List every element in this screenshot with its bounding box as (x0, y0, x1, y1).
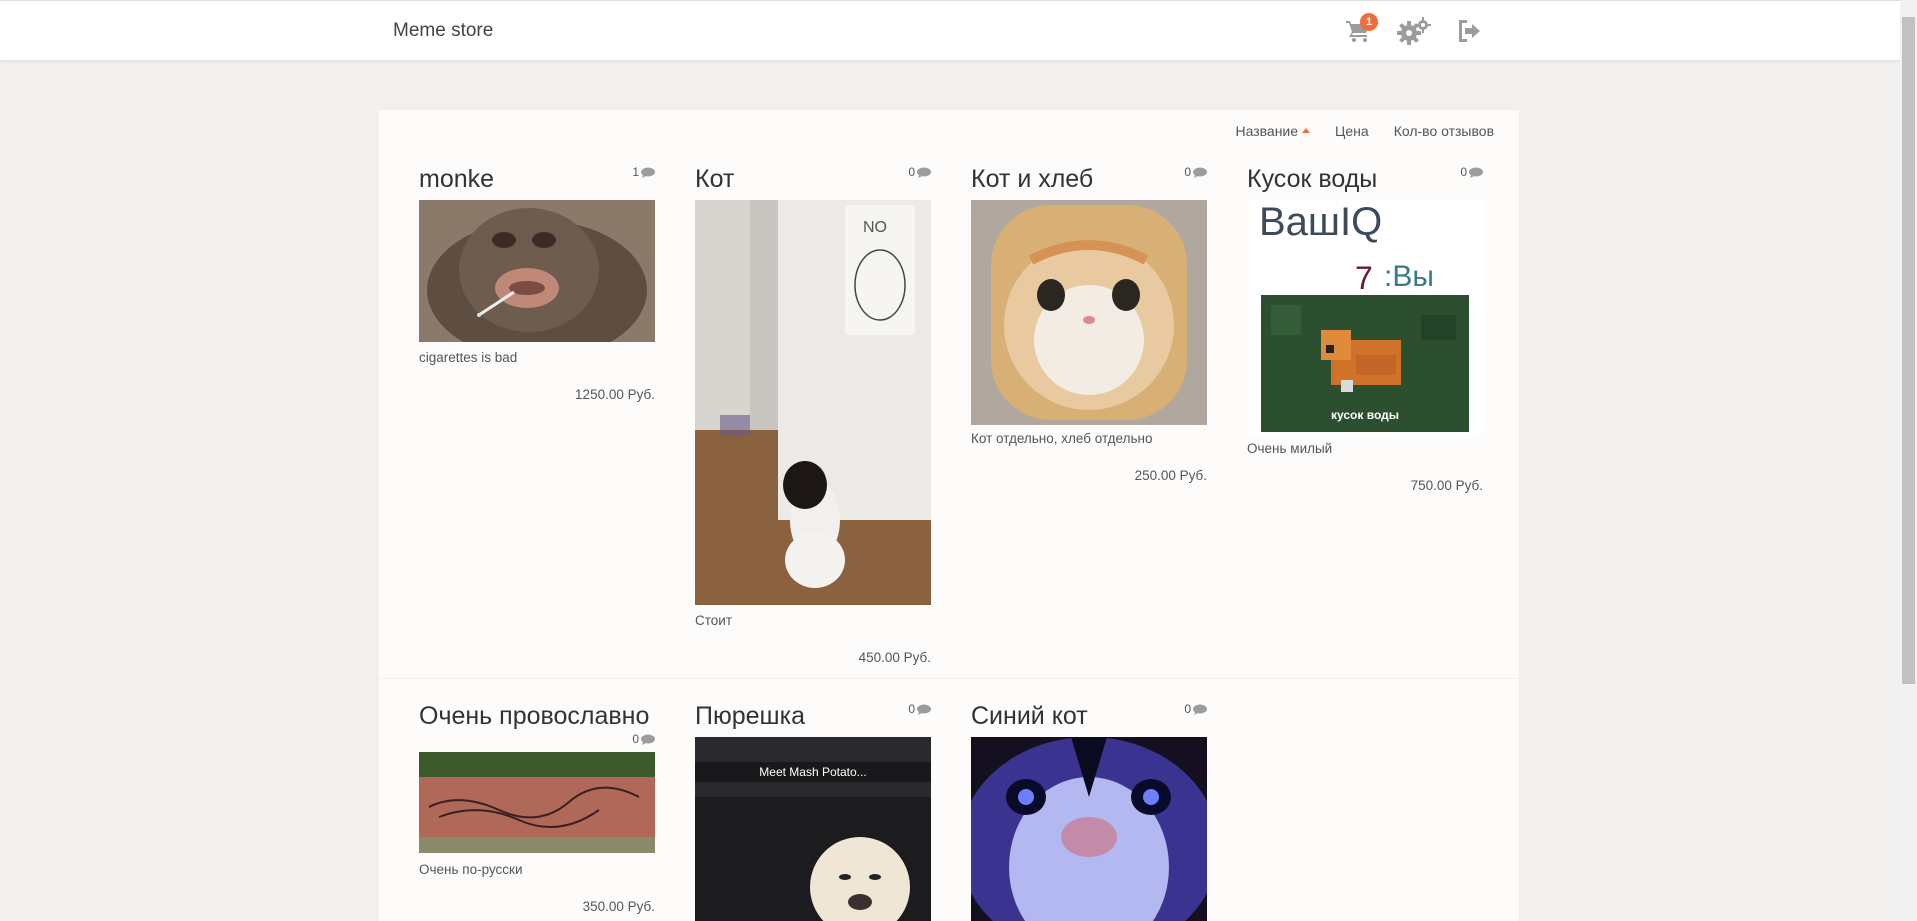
product-description: Кот отдельно, хлеб отдельно (971, 431, 1153, 446)
scrollbar-thumb[interactable] (1902, 17, 1915, 684)
product-image[interactable] (419, 200, 655, 342)
product-image[interactable] (971, 737, 1207, 921)
product-card[interactable]: Кусок воды 0 ВашIQ 7 :Вы кусок воды Очен… (1247, 165, 1483, 493)
review-count-value: 0 (1460, 165, 1467, 179)
review-count[interactable]: 0 (1184, 702, 1207, 716)
logout-icon (1456, 18, 1484, 49)
review-count[interactable]: 0 (908, 702, 931, 716)
product-price: 750.00 Руб. (1410, 478, 1483, 493)
logout-button[interactable] (1452, 15, 1488, 51)
image-text-iq: 7 (1355, 260, 1373, 296)
product-price: 350.00 Руб. (582, 899, 655, 914)
product-title[interactable]: Пюрешка (695, 702, 931, 731)
review-count[interactable]: 1 (632, 165, 655, 179)
image-text-top: ВашIQ (1259, 200, 1383, 244)
sort-asc-icon (1302, 128, 1311, 133)
review-count-value: 0 (632, 732, 639, 746)
product-image[interactable]: ВашIQ 7 :Вы кусок воды (1247, 200, 1483, 435)
product-card[interactable]: Очень провославно 0 Очень по-русски 350.… (419, 702, 655, 914)
product-image[interactable]: Meet Mash Potato... (695, 737, 931, 921)
review-count-value: 0 (908, 165, 915, 179)
cart-button[interactable]: 1 (1340, 13, 1378, 51)
product-description: cigarettes is bad (419, 350, 518, 365)
product-description: Очень милый (1247, 441, 1333, 456)
product-card[interactable]: Кот и хлеб 0 Кот отдельно, хлеб отдельно… (971, 165, 1207, 483)
product-panel: Название Цена Кол-во отзывов monke 1 cig… (379, 110, 1519, 921)
row-separator (379, 678, 1519, 679)
review-count[interactable]: 0 (908, 165, 931, 179)
gears-icon (1397, 16, 1431, 51)
sort-by-name[interactable]: Название (1235, 123, 1311, 139)
navbar: Meme store 1 (0, 0, 1900, 61)
image-caption: Meet Mash Potato... (695, 762, 931, 782)
product-title[interactable]: Кот (695, 165, 931, 194)
image-minecraft-fox: кусок воды (1261, 295, 1469, 432)
brand-link[interactable]: Meme store (393, 20, 493, 42)
image-caption: кусок воды (1331, 408, 1399, 422)
review-count[interactable]: 0 (1184, 165, 1207, 179)
product-price: 1250.00 Руб. (575, 387, 655, 402)
product-description: Стоит (695, 613, 733, 628)
product-image[interactable] (971, 200, 1207, 425)
comment-icon (641, 734, 655, 745)
sort-by-price[interactable]: Цена (1335, 123, 1369, 139)
cart-count-badge: 1 (1360, 13, 1378, 31)
product-title[interactable]: monke (419, 165, 655, 194)
settings-button[interactable] (1396, 15, 1432, 51)
product-title[interactable]: Синий кот (971, 702, 1207, 731)
product-card[interactable]: Пюрешка 0 Meet Mash Potato... (695, 702, 931, 921)
sort-name-label: Название (1235, 123, 1299, 139)
product-price: 450.00 Руб. (858, 650, 931, 665)
review-count-value: 1 (632, 165, 639, 179)
product-title[interactable]: Очень провославно (419, 702, 655, 731)
product-price: 250.00 Руб. (1134, 468, 1207, 483)
sort-bar: Название Цена Кол-во отзывов (1235, 123, 1494, 139)
image-text-you: :Вы (1384, 260, 1434, 293)
product-image[interactable] (419, 752, 655, 853)
review-count[interactable]: 0 (632, 732, 655, 746)
review-count-value: 0 (1184, 165, 1191, 179)
comment-icon (1469, 167, 1483, 178)
comment-icon (1193, 167, 1207, 178)
product-card[interactable]: monke 1 cigarettes is bad 1250.00 Руб. (419, 165, 655, 402)
sort-by-reviews[interactable]: Кол-во отзывов (1394, 123, 1494, 139)
svg-text:NO: NO (863, 219, 887, 236)
product-description: Очень по-русски (419, 862, 523, 877)
product-card[interactable]: Синий кот 0 (971, 702, 1207, 921)
review-count-value: 0 (908, 702, 915, 716)
product-title[interactable]: Кот и хлеб (971, 165, 1207, 194)
review-count[interactable]: 0 (1460, 165, 1483, 179)
review-count-value: 0 (1184, 702, 1191, 716)
comment-icon (917, 704, 931, 715)
product-card[interactable]: Кот 0 NO Стоит 450.00 Руб. (695, 165, 931, 665)
product-title[interactable]: Кусок воды (1247, 165, 1483, 194)
comment-icon (641, 167, 655, 178)
product-image[interactable]: NO (695, 200, 931, 605)
comment-icon (1193, 704, 1207, 715)
comment-icon (917, 167, 931, 178)
